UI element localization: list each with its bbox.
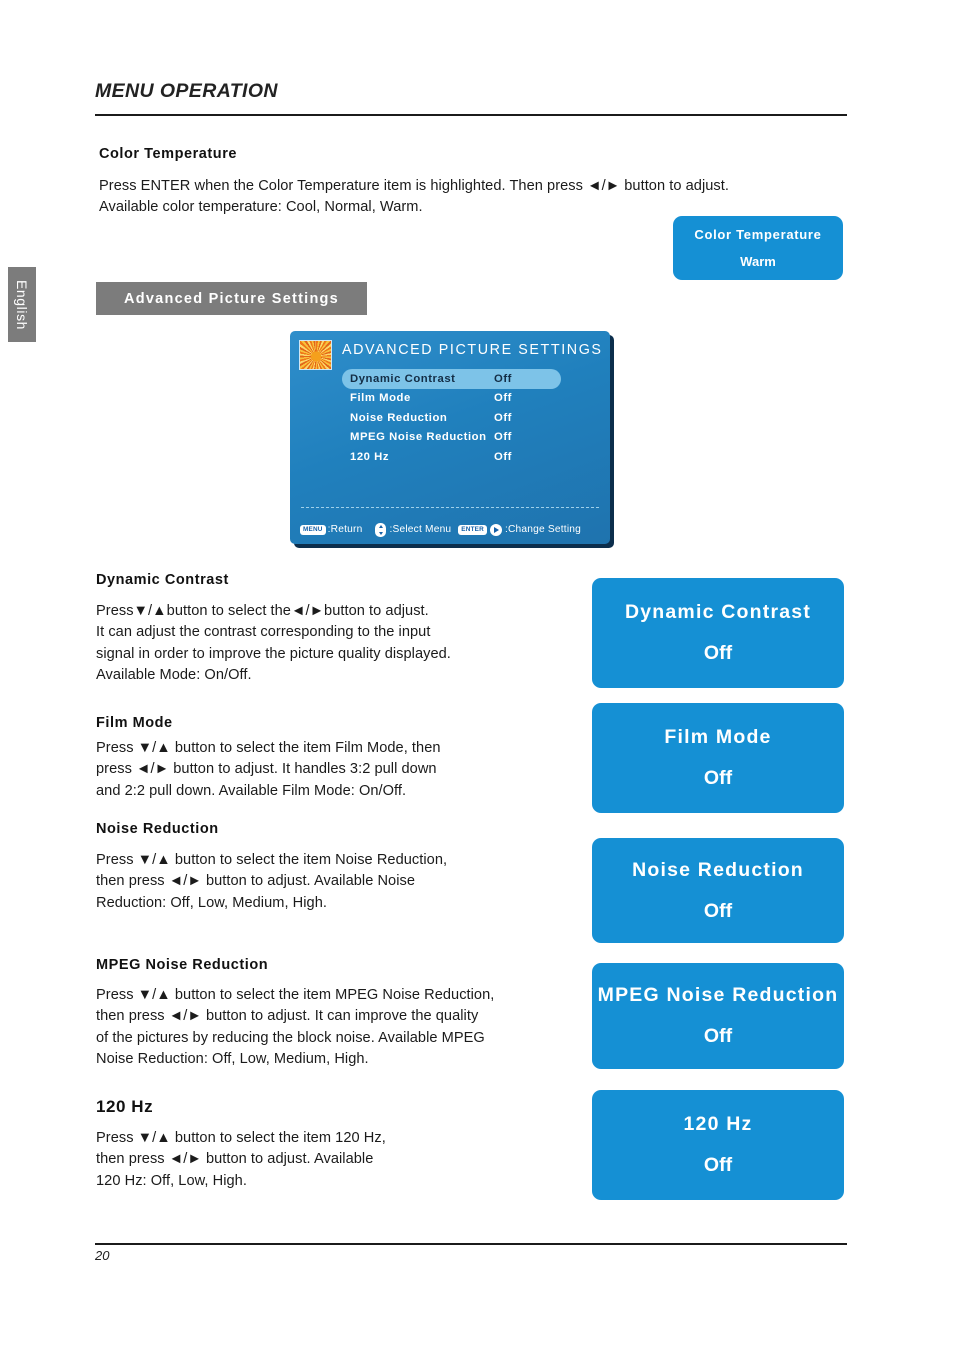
callout-noise-reduction: Noise Reduction Off	[592, 838, 844, 943]
osd-menu-item-label: 120 Hz	[350, 450, 390, 463]
callout-mpeg-noise-reduction: MPEG Noise Reduction Off	[592, 963, 844, 1069]
callout-value: Off	[703, 1154, 733, 1176]
osd-hint-change-label: :Change Setting	[504, 524, 582, 535]
osd-menu-list: Dynamic Contrast Off Film Mode Off Noise…	[342, 369, 562, 467]
callout-value: Off	[703, 899, 733, 922]
right-arrow-icon	[489, 523, 502, 536]
header-divider	[95, 114, 847, 116]
osd-footer-hints: MENU :Return :Select Menu ENTER :Change …	[300, 521, 605, 538]
section-heading-color-temperature: Color Temperature	[99, 146, 237, 162]
section-body-120hz: Press ▼/▲ button to select the item 120 …	[96, 1130, 386, 1189]
up-down-arrows-icon	[375, 522, 387, 537]
callout-title: Film Mode	[664, 726, 772, 748]
osd-hint-select-label: :Select Menu	[389, 524, 452, 535]
section-heading-mpeg-noise-reduction: MPEG Noise Reduction	[96, 957, 269, 973]
section-body-mpeg-noise-reduction: Press ▼/▲ button to select the item MPEG…	[96, 987, 495, 1067]
osd-menu-item-noise-reduction[interactable]: Noise Reduction Off	[342, 408, 562, 428]
osd-menu-item-value: Off	[494, 450, 512, 463]
osd-menu-item-value: Off	[494, 431, 512, 444]
osd-menu-item-label: Film Mode	[350, 392, 411, 405]
osd-menu-item-film-mode[interactable]: Film Mode Off	[342, 389, 562, 409]
section-body-color-temperature: Press ENTER when the Color Temperature i…	[99, 178, 729, 216]
callout-title: 120 Hz	[683, 1113, 753, 1135]
osd-hint-select: :Select Menu	[369, 522, 452, 537]
callout-dynamic-contrast: Dynamic Contrast Off	[592, 578, 844, 688]
callout-title: Dynamic Contrast	[624, 601, 812, 623]
callout-color-temperature: Color Temperature Warm	[673, 216, 843, 280]
osd-hint-return-label: :Return	[327, 524, 363, 535]
callout-value: Off	[703, 1025, 733, 1047]
osd-menu-item-label: Dynamic Contrast	[350, 372, 456, 385]
section-heading-film-mode: Film Mode	[96, 715, 173, 731]
osd-menu-item-label: MPEG Noise Reduction	[350, 431, 487, 444]
osd-hint-change: ENTER :Change Setting	[458, 523, 582, 536]
osd-menu-item-label: Noise Reduction	[350, 411, 448, 424]
section-heading-noise-reduction: Noise Reduction	[96, 821, 219, 837]
osd-panel: ADVANCED PICTURE SETTINGS Dynamic Contra…	[290, 331, 610, 544]
callout-value: Off	[703, 767, 733, 789]
section-heading-dynamic-contrast: Dynamic Contrast	[96, 572, 229, 588]
callout-title: Color Temperature	[694, 227, 822, 242]
menu-key-icon: MENU	[300, 524, 326, 535]
osd-title: ADVANCED PICTURE SETTINGS	[342, 342, 603, 358]
osd-menu-item-mpeg-noise-reduction[interactable]: MPEG Noise Reduction Off	[342, 428, 562, 448]
advanced-picture-settings-bar-label: Advanced Picture Settings	[124, 290, 339, 307]
osd-menu-item-120hz[interactable]: 120 Hz Off	[342, 447, 562, 467]
section-body-dynamic-contrast: Press▼/▲button to select the◄/►button to…	[96, 603, 451, 683]
callout-value: Warm	[740, 254, 776, 269]
osd-divider	[301, 507, 599, 508]
page-title: MENU OPERATION	[95, 80, 278, 102]
enter-key-icon: ENTER	[458, 524, 487, 535]
footer-divider	[95, 1243, 847, 1245]
language-side-tab: English	[8, 267, 36, 342]
flower-thumbnail-icon	[299, 340, 332, 370]
callout-title: MPEG Noise Reduction	[597, 984, 839, 1006]
language-side-tab-label: English	[14, 279, 30, 330]
manual-page: MENU OPERATION English Color Temperature…	[0, 0, 954, 1350]
osd-menu-item-dynamic-contrast[interactable]: Dynamic Contrast Off	[342, 369, 561, 389]
section-body-film-mode: Press ▼/▲ button to select the item Film…	[96, 740, 441, 799]
page-number: 20	[95, 1248, 110, 1263]
osd-menu-item-value: Off	[494, 372, 512, 385]
callout-title: Noise Reduction	[632, 858, 804, 881]
callout-film-mode: Film Mode Off	[592, 703, 844, 813]
osd-menu-item-value: Off	[494, 392, 512, 405]
advanced-picture-settings-bar: Advanced Picture Settings	[96, 282, 367, 315]
callout-value: Off	[703, 642, 733, 664]
section-body-noise-reduction: Press ▼/▲ button to select the item Nois…	[96, 852, 448, 911]
osd-menu-item-value: Off	[494, 411, 512, 424]
callout-120hz: 120 Hz Off	[592, 1090, 844, 1200]
section-heading-120hz: 120 Hz	[96, 1097, 154, 1116]
osd-hint-return: MENU :Return	[300, 524, 362, 535]
